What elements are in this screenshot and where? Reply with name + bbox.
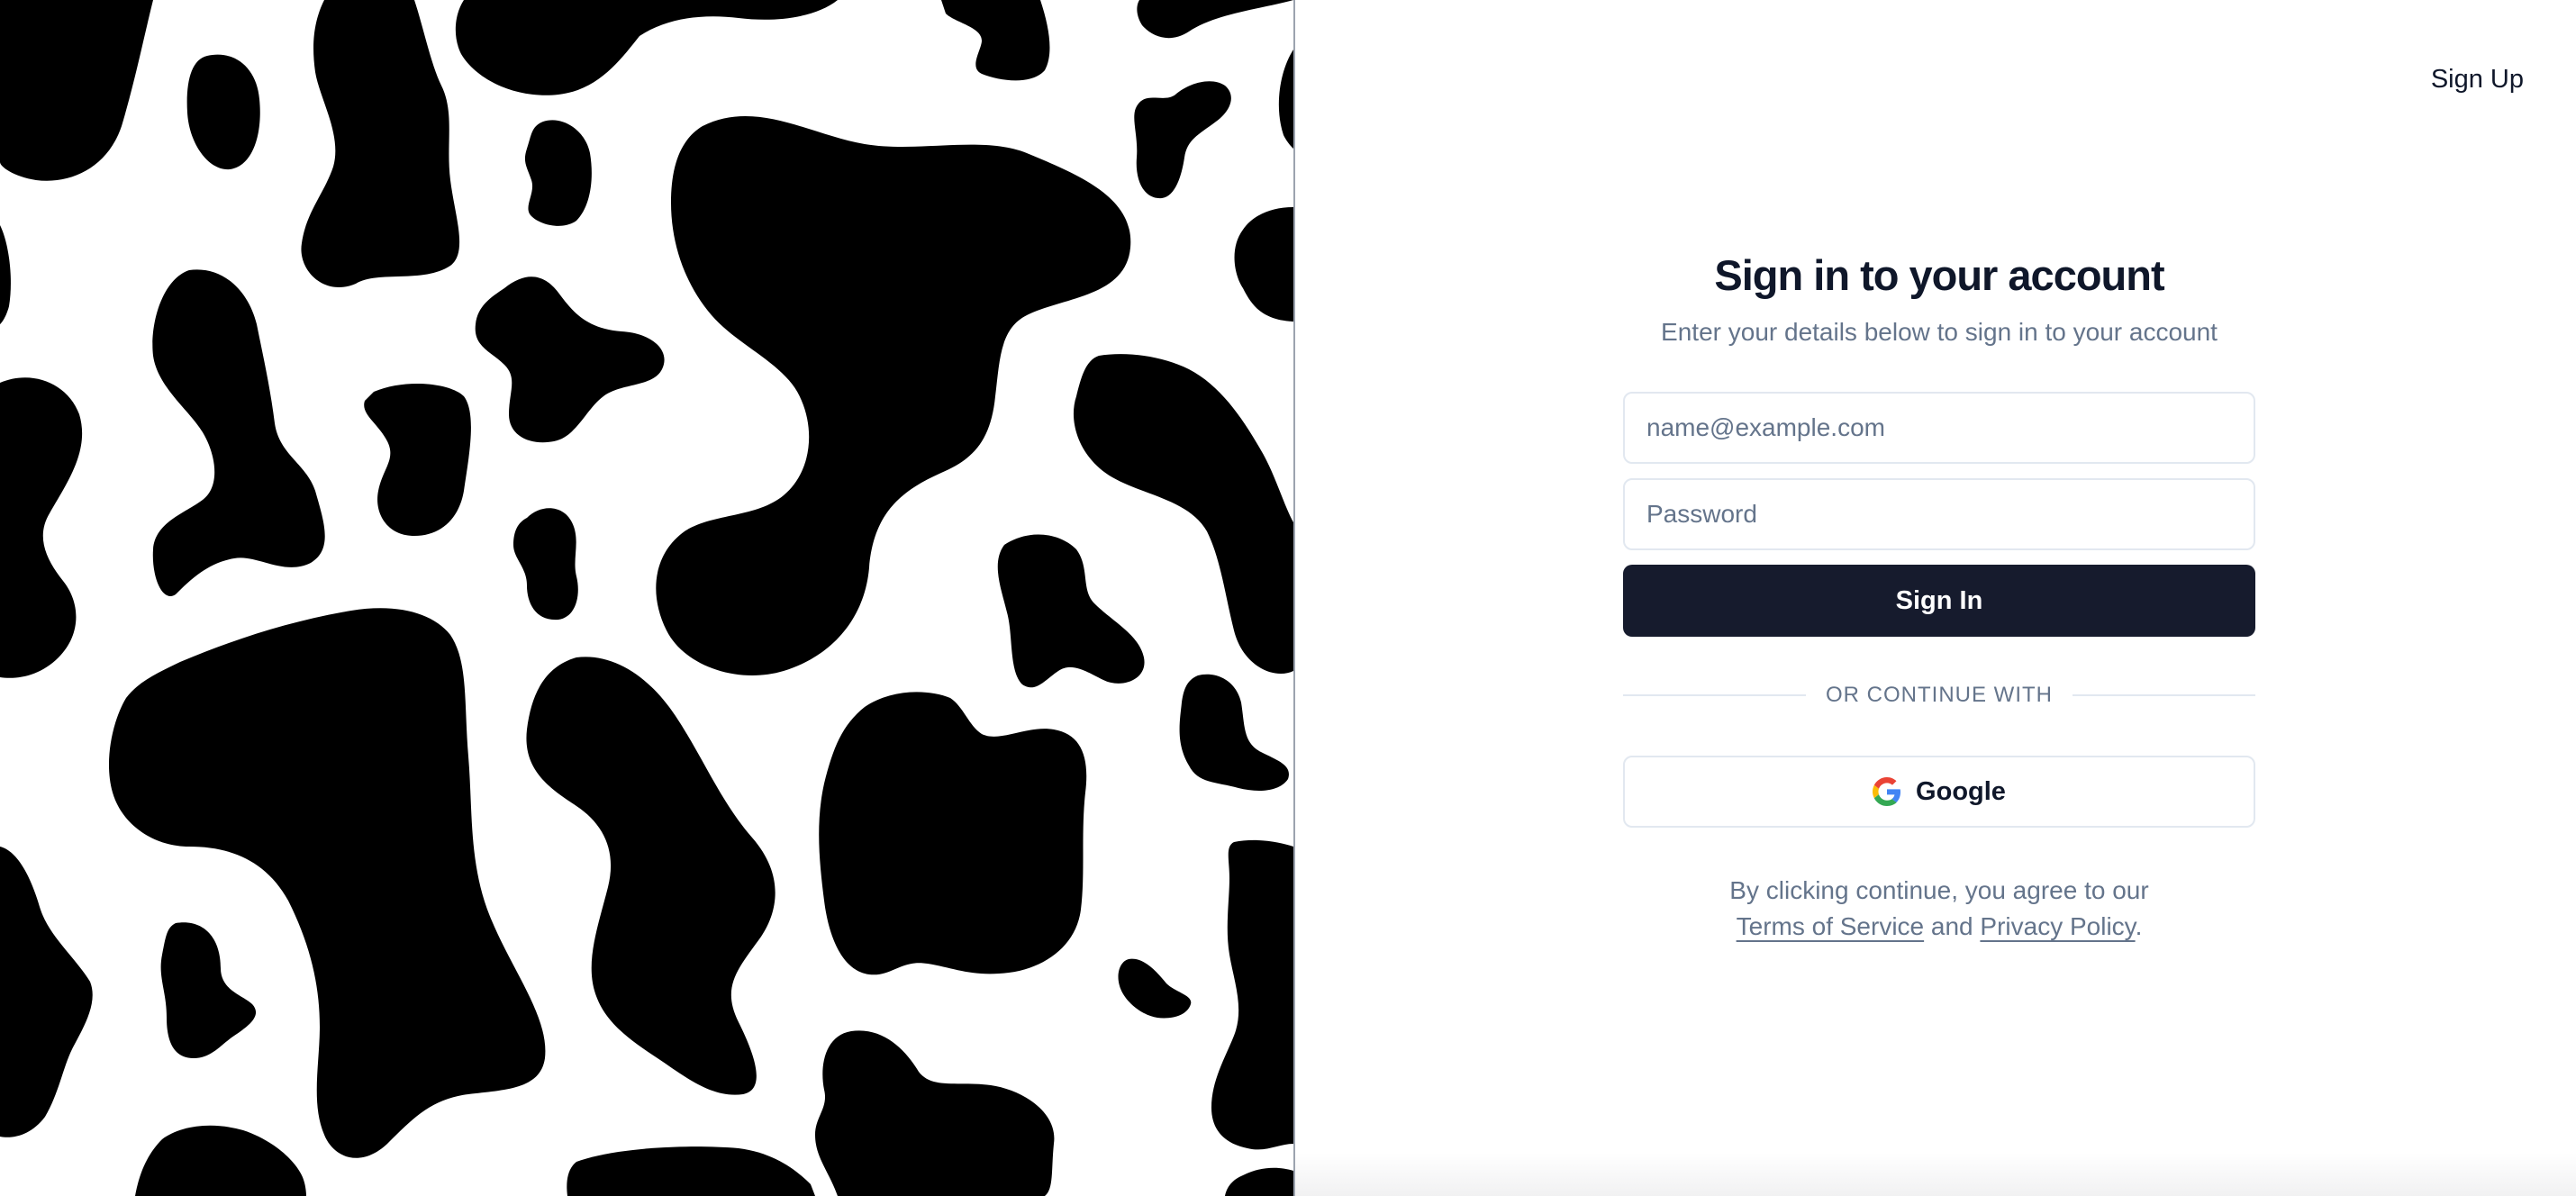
sign-up-link[interactable]: Sign Up xyxy=(2431,65,2524,95)
page-title: Sign in to your account xyxy=(1714,251,2164,299)
cow-print-artwork xyxy=(0,0,1293,1196)
email-input[interactable] xyxy=(1623,392,2255,464)
google-icon xyxy=(1873,777,1901,806)
sign-in-form: Sign in to your account Enter your detai… xyxy=(1623,250,2256,945)
separator-line-right xyxy=(2073,694,2256,696)
sign-in-button[interactable]: Sign In xyxy=(1623,565,2255,637)
password-input[interactable] xyxy=(1623,478,2255,550)
legal-suffix: . xyxy=(2135,912,2143,940)
privacy-policy-link[interactable]: Privacy Policy xyxy=(1980,912,2135,940)
terms-of-service-link[interactable]: Terms of Service xyxy=(1737,912,1925,940)
cow-print-pattern xyxy=(0,0,1293,1196)
page-subtitle: Enter your details below to sign in to y… xyxy=(1661,318,2218,346)
separator-label: OR CONTINUE WITH xyxy=(1826,683,2053,707)
continue-with-separator: OR CONTINUE WITH xyxy=(1623,682,2256,709)
google-button-label: Google xyxy=(1916,776,2006,806)
legal-notice: By clicking continue, you agree to our T… xyxy=(1623,873,2255,945)
page: Sign Up Sign in to your account Enter yo… xyxy=(0,0,2576,1196)
bottom-fade xyxy=(1295,1153,2576,1196)
separator-line-left xyxy=(1623,694,1807,696)
legal-prefix: By clicking continue, you agree to our xyxy=(1729,876,2149,904)
google-sign-in-button[interactable]: Google xyxy=(1623,756,2255,828)
legal-conjunction: and xyxy=(1930,912,1973,940)
auth-panel: Sign Up Sign in to your account Enter yo… xyxy=(1295,0,2576,1196)
